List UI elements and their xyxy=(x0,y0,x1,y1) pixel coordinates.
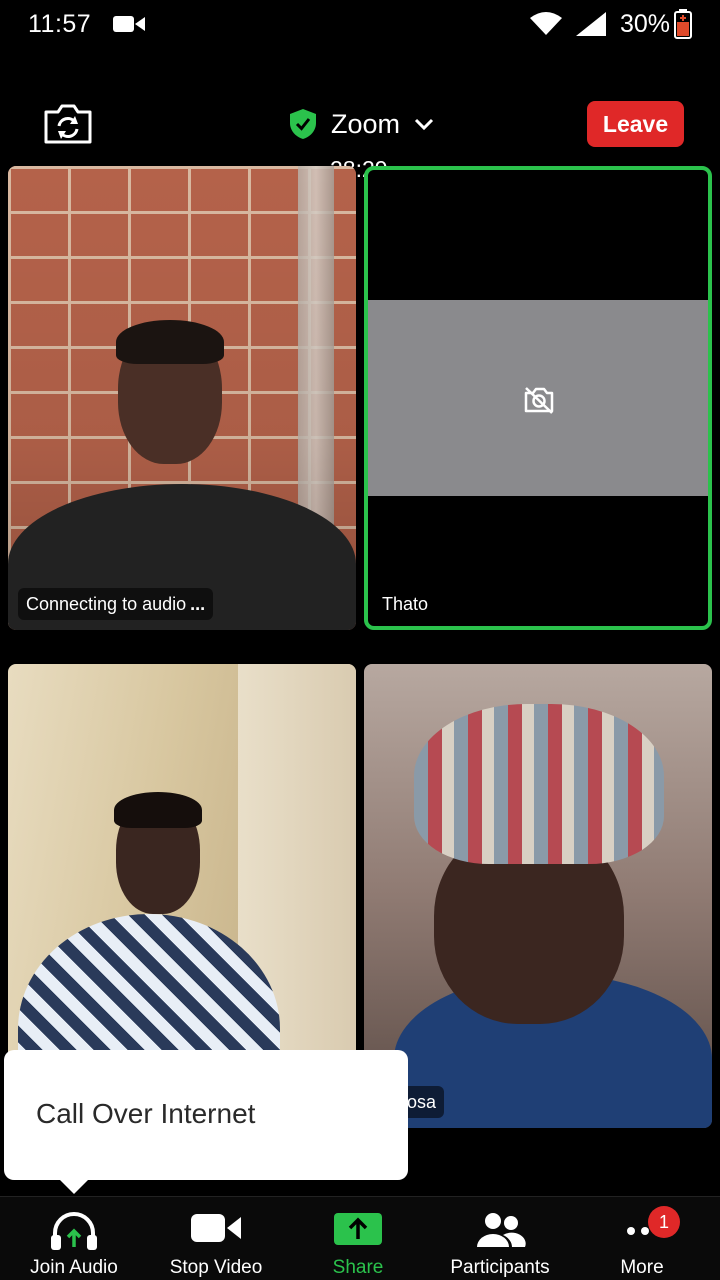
participants-label: Participants xyxy=(450,1257,550,1278)
switch-camera-icon[interactable] xyxy=(42,102,94,146)
meeting-controls-bar: Join Audio Stop Video Share Participants… xyxy=(0,1196,720,1280)
join-audio-label: Join Audio xyxy=(30,1257,118,1278)
share-button[interactable]: Share xyxy=(288,1197,428,1280)
headphones-icon xyxy=(51,1212,97,1250)
stop-video-label: Stop Video xyxy=(169,1257,263,1278)
battery-percent: 30% xyxy=(620,10,671,38)
leave-button[interactable]: Leave xyxy=(587,101,684,147)
participant-tile[interactable]: Connecting to audio ... xyxy=(8,166,356,630)
connecting-dots: ... xyxy=(190,593,206,614)
meeting-title-dropdown[interactable]: Zoom xyxy=(289,106,434,142)
video-recording-icon xyxy=(113,16,145,32)
notification-badge: 1 xyxy=(648,1206,680,1238)
call-over-internet-option[interactable]: Call Over Internet xyxy=(36,1098,255,1130)
popup-caret xyxy=(58,1178,90,1194)
status-bar: 11:57 30% xyxy=(0,0,720,50)
wifi-icon xyxy=(530,12,562,35)
participant-tile-active-speaker[interactable]: Thato xyxy=(364,166,712,630)
share-screen-icon xyxy=(334,1213,382,1245)
stop-video-button[interactable]: Stop Video xyxy=(146,1197,286,1280)
meeting-title: Zoom xyxy=(331,108,401,139)
share-label: Share xyxy=(332,1257,384,1278)
join-audio-popup: Call Over Internet xyxy=(4,1050,408,1180)
participants-button[interactable]: Participants xyxy=(430,1197,570,1280)
participant-name: Thato xyxy=(382,593,429,614)
participants-icon xyxy=(477,1213,526,1247)
participant-name: Connecting to audio xyxy=(26,593,187,614)
more-label: More xyxy=(620,1257,664,1278)
participant-tile[interactable]: f Mosa xyxy=(364,664,712,1128)
status-time: 11:57 xyxy=(28,10,92,38)
bucket-hat xyxy=(414,704,664,864)
camera-off-icon xyxy=(524,387,554,414)
participant-name-tag: Connecting to audio ... xyxy=(18,588,214,620)
join-audio-button[interactable]: Join Audio xyxy=(4,1197,144,1280)
video-camera-icon xyxy=(191,1214,241,1242)
participant-name-tag: Thato xyxy=(374,588,436,620)
more-button[interactable]: More xyxy=(572,1197,712,1280)
encryption-shield-icon xyxy=(290,109,316,139)
battery-charging-icon xyxy=(674,9,692,39)
chevron-down-icon xyxy=(414,118,434,131)
cellular-signal-icon xyxy=(576,12,606,36)
